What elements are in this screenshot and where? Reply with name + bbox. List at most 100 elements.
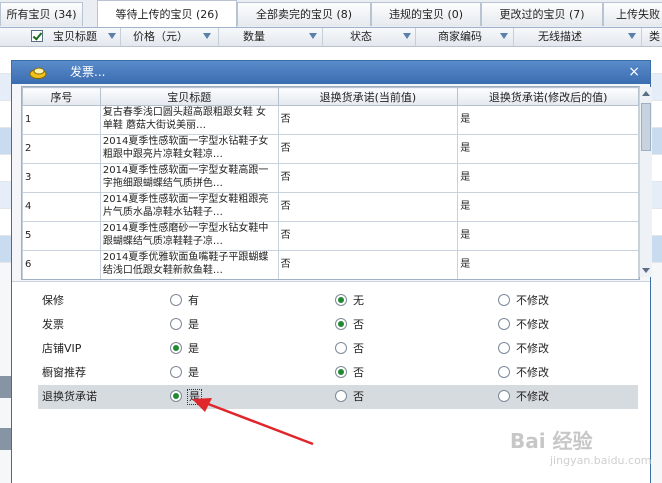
col-wireless-desc[interactable]: 无线描述 — [538, 28, 582, 46]
scroll-thumb[interactable] — [641, 103, 651, 151]
row-index: 5 — [25, 230, 32, 241]
tab-sold-out[interactable]: 全部卖完的宝贝 (8) — [237, 2, 371, 26]
row-current-value: 否 — [280, 143, 291, 154]
row-current-value: 否 — [280, 201, 291, 212]
col-title[interactable]: 宝贝标题 — [53, 28, 97, 46]
filter-icon[interactable] — [628, 33, 636, 39]
col-header-current[interactable]: 退换货承诺(当前值) — [277, 87, 459, 106]
column-separator — [641, 28, 642, 46]
scroll-up-icon[interactable] — [642, 91, 650, 96]
tab-label: 等待上传的宝贝 (26) — [115, 8, 219, 21]
items-grid: 序号 宝贝标题 退换货承诺(当前值) 退换货承诺(修改后的值) 1 复古春季浅口… — [21, 86, 640, 280]
radio-icon[interactable] — [170, 390, 182, 402]
column-separator — [322, 28, 323, 46]
tab-upload-failed[interactable]: 上传失败 — [603, 2, 662, 26]
option-label: 退换货承诺 — [42, 390, 97, 403]
tab-waiting-upload[interactable]: 等待上传的宝贝 (26) — [97, 0, 237, 27]
close-icon[interactable]: × — [628, 61, 640, 84]
select-all-checkbox[interactable] — [31, 30, 43, 42]
side-chip — [0, 428, 11, 450]
radio-label: 否 — [353, 390, 364, 403]
row-current-value: 否 — [280, 230, 291, 241]
col-category[interactable]: 类 — [649, 28, 660, 46]
row-title: 2014夏季优雅软面鱼嘴鞋子平跟蝴蝶结浅口低跟女鞋新款鱼鞋… — [102, 252, 269, 276]
option-row-warranty: 保修 有 无 不修改 — [38, 289, 638, 313]
radio-icon[interactable] — [170, 294, 182, 306]
row-title: 2014夏季性感软面一字型女鞋高跟一字拖细跟蝴蝶结气质拼色… — [102, 165, 269, 189]
tab-modified[interactable]: 更改过的宝贝 (7) — [481, 2, 603, 26]
row-new-value: 是 — [460, 172, 471, 183]
row-current-value: 否 — [280, 172, 291, 183]
radio-icon[interactable] — [498, 390, 510, 402]
radio-label: 是 — [188, 318, 199, 331]
row-index: 4 — [25, 201, 32, 212]
radio-label: 不修改 — [516, 342, 549, 355]
table-row[interactable]: 1 复古春季浅口圆头超高跟粗跟女鞋 女 单鞋 蘑菇大街说美丽… 否 是 — [22, 105, 639, 135]
filter-icon[interactable] — [203, 33, 211, 39]
row-new-value: 是 — [460, 230, 471, 241]
tab-violation[interactable]: 违规的宝贝 (0) — [371, 2, 481, 26]
column-separator — [218, 28, 219, 46]
radio-icon[interactable] — [335, 294, 347, 306]
radio-icon[interactable] — [170, 366, 182, 378]
col-status[interactable]: 状态 — [350, 28, 372, 46]
option-label: 发票 — [42, 318, 64, 331]
col-header-index[interactable]: 序号 — [22, 87, 101, 106]
radio-icon[interactable] — [498, 366, 510, 378]
tab-label: 所有宝贝 (34) — [6, 8, 77, 21]
col-price[interactable]: 价格（元） — [133, 28, 188, 46]
filter-icon[interactable] — [500, 33, 508, 39]
table-row[interactable]: 3 2014夏季性感软面一字型女鞋高跟一字拖细跟蝴蝶结气质拼色… 否 是 — [22, 163, 639, 193]
option-row-invoice: 发票 是 否 不修改 — [38, 313, 638, 337]
row-title: 复古春季浅口圆头超高跟粗跟女鞋 女 单鞋 蘑菇大街说美丽… — [102, 107, 267, 131]
side-chip — [0, 376, 11, 398]
col-quantity[interactable]: 数量 — [243, 28, 265, 46]
table-row[interactable]: 5 2014夏季性感磨砂一字型水钻女鞋中跟蝴蝶结气质凉鞋鞋子凉… 否 是 — [22, 221, 639, 251]
table-row[interactable]: 2 2014夏季性感软面一字型水钻鞋子女粗跟中跟亮片凉鞋女鞋凉… 否 是 — [22, 134, 639, 164]
radio-label: 不修改 — [516, 390, 549, 403]
tab-all-items[interactable]: 所有宝贝 (34) — [0, 2, 83, 26]
row-index: 2 — [25, 143, 32, 154]
table-row[interactable]: 4 2014夏季性感软面一字型女鞋粗跟亮片气质水晶凉鞋水钻鞋子… 否 是 — [22, 192, 639, 222]
radio-icon[interactable] — [335, 366, 347, 378]
row-current-value: 否 — [280, 114, 291, 125]
radio-label: 不修改 — [516, 318, 549, 331]
row-new-value: 是 — [460, 143, 471, 154]
items-table: 序号 宝贝标题 退换货承诺(当前值) 退换货承诺(修改后的值) 1 复古春季浅口… — [22, 87, 639, 279]
row-new-value: 是 — [460, 259, 471, 270]
radio-label: 不修改 — [516, 366, 549, 379]
row-index: 1 — [25, 114, 32, 125]
row-index: 3 — [25, 172, 32, 183]
scroll-down-icon[interactable] — [642, 268, 650, 273]
radio-label: 不修改 — [516, 294, 549, 307]
radio-icon[interactable] — [498, 342, 510, 354]
tab-label: 全部卖完的宝贝 (8) — [255, 8, 353, 21]
radio-icon[interactable] — [335, 342, 347, 354]
radio-icon[interactable] — [335, 318, 347, 330]
col-merchant-code[interactable]: 商家编码 — [438, 28, 482, 46]
app-icon — [29, 67, 47, 79]
filter-icon[interactable] — [309, 33, 317, 39]
radio-icon[interactable] — [498, 318, 510, 330]
filter-icon[interactable] — [108, 33, 116, 39]
col-header-title[interactable]: 宝贝标题 — [99, 87, 279, 106]
radio-icon[interactable] — [170, 318, 182, 330]
option-label: 橱窗推荐 — [42, 366, 86, 379]
dialog-titlebar[interactable]: 发票... × — [12, 61, 650, 84]
table-row[interactable]: 6 2014夏季优雅软面鱼嘴鞋子平跟蝴蝶结浅口低跟女鞋新款鱼鞋… 否 是 — [22, 250, 639, 279]
row-title: 2014夏季性感磨砂一字型水钻女鞋中跟蝴蝶结气质凉鞋鞋子凉… — [102, 223, 269, 247]
option-row-return-promise: 退换货承诺 是 否 不修改 — [38, 385, 638, 409]
radio-icon[interactable] — [498, 294, 510, 306]
radio-icon[interactable] — [170, 342, 182, 354]
col-header-new[interactable]: 退换货承诺(修改后的值) — [457, 87, 639, 106]
column-separator — [513, 28, 514, 46]
row-new-value: 是 — [460, 114, 471, 125]
radio-label: 无 — [353, 294, 364, 307]
radio-label: 否 — [353, 318, 364, 331]
radio-icon[interactable] — [335, 390, 347, 402]
tab-label: 更改过的宝贝 (7) — [499, 8, 585, 21]
radio-label: 否 — [353, 366, 364, 379]
vertical-scrollbar[interactable] — [639, 87, 652, 277]
filter-icon[interactable] — [403, 33, 411, 39]
option-label: 保修 — [42, 294, 64, 307]
